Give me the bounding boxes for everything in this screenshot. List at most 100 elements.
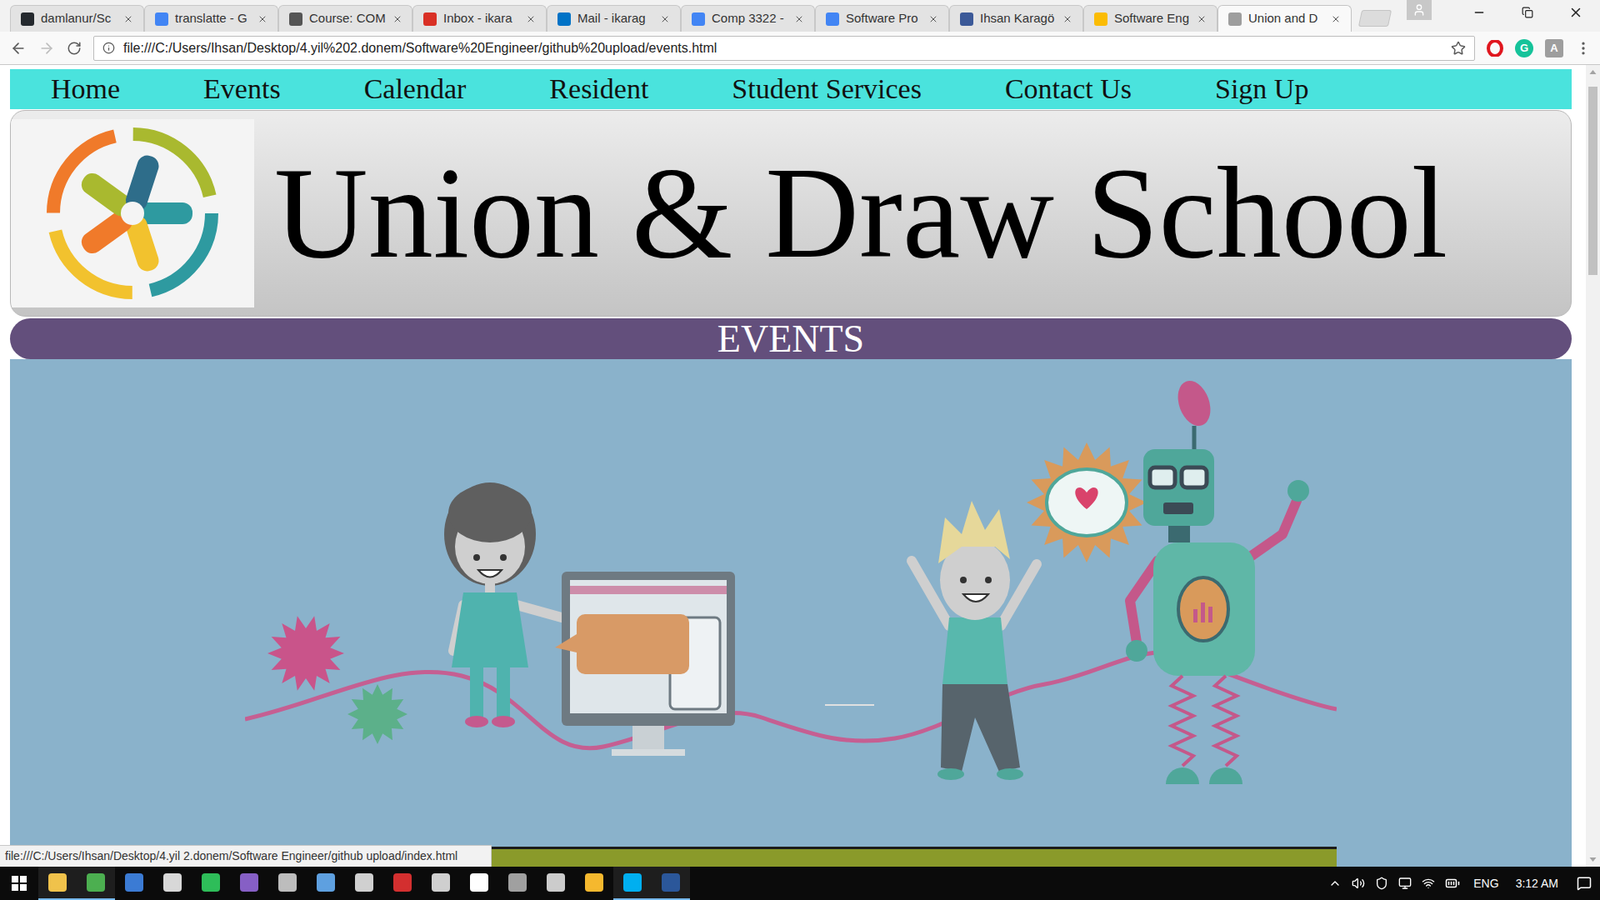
taskbar-app[interactable]: [191, 866, 230, 900]
defender-icon[interactable]: [1375, 876, 1389, 890]
favicon-icon: [1228, 12, 1242, 26]
address-text: file:///C:/Users/Ihsan/Desktop/4.yil%202…: [123, 38, 1443, 59]
taskbar-app[interactable]: [345, 866, 384, 900]
browser-tab[interactable]: Union and D: [1217, 5, 1352, 32]
taskbar-app[interactable]: [38, 866, 77, 900]
address-bar[interactable]: file:///C:/Users/Ihsan/Desktop/4.yil%202…: [93, 35, 1475, 61]
nav-link[interactable]: Resident: [549, 75, 649, 104]
app-icon: [355, 873, 374, 892]
notifications-icon[interactable]: [1576, 875, 1592, 891]
close-tab-icon[interactable]: [794, 14, 805, 25]
menu-icon[interactable]: [1575, 40, 1592, 57]
extension-button[interactable]: G: [1515, 39, 1534, 58]
nav-link[interactable]: Sign Up: [1215, 75, 1309, 104]
favicon-icon: [557, 12, 571, 26]
restore-icon: [1521, 6, 1534, 19]
taskbar-app[interactable]: [460, 866, 499, 900]
app-icon: [201, 873, 220, 892]
close-tab-icon[interactable]: [1330, 14, 1341, 25]
network-icon[interactable]: [1421, 876, 1435, 890]
profile-button[interactable]: [1406, 0, 1432, 20]
taskbar-app[interactable]: [306, 866, 345, 900]
taskbar-app[interactable]: [153, 866, 192, 900]
minimize-button[interactable]: [1455, 0, 1504, 25]
volume-icon[interactable]: [1351, 876, 1365, 890]
browser-toolbar: file:///C:/Users/Ihsan/Desktop/4.yil%202…: [0, 31, 1600, 65]
tab-title: Course: COM: [309, 9, 386, 29]
new-tab-button[interactable]: [1358, 10, 1392, 27]
nav-link[interactable]: Calendar: [364, 75, 467, 104]
taskbar-app[interactable]: [421, 866, 460, 900]
app-icon: [278, 873, 297, 892]
bookmark-star-icon[interactable]: [1450, 40, 1466, 56]
close-tab-icon[interactable]: [1196, 14, 1207, 25]
start-button[interactable]: [0, 866, 39, 900]
scroll-down-icon[interactable]: [1585, 852, 1600, 867]
back-icon[interactable]: [10, 40, 27, 57]
close-icon: [1568, 5, 1584, 20]
nav-link[interactable]: Contact Us: [1005, 75, 1132, 104]
school-logo-icon: [10, 119, 255, 308]
forward-icon[interactable]: [38, 40, 55, 57]
browser-tab[interactable]: Inbox - ikara: [412, 5, 547, 32]
close-window-button[interactable]: [1551, 0, 1600, 25]
nav-link[interactable]: Events: [203, 75, 281, 104]
vertical-scrollbar[interactable]: [1585, 65, 1600, 867]
taskbar-app[interactable]: [613, 866, 652, 900]
app-icon: [125, 873, 144, 892]
browser-tab[interactable]: Ihsan Karagö: [949, 5, 1084, 32]
tray-overflow-icon[interactable]: [1328, 876, 1342, 890]
profile-icon: [1412, 3, 1426, 17]
taskbar-app[interactable]: [230, 866, 269, 900]
taskbar-app[interactable]: [575, 866, 614, 900]
browser-tab[interactable]: Comp 3322 -: [680, 5, 815, 32]
taskbar-app[interactable]: [383, 866, 422, 900]
section-title: EVENTS: [717, 320, 865, 359]
scrollbar-thumb[interactable]: [1588, 86, 1598, 275]
tab-title: Comp 3322 -: [711, 9, 788, 29]
input-language[interactable]: ENG: [1473, 875, 1499, 893]
close-tab-icon[interactable]: [123, 14, 134, 25]
app-icon: [163, 873, 182, 892]
opera-extension-icon[interactable]: [1486, 40, 1504, 57]
clock[interactable]: 3:12 AM: [1515, 875, 1559, 893]
display-icon[interactable]: [1398, 876, 1412, 890]
taskbar-app[interactable]: [651, 866, 690, 900]
battery-icon[interactable]: [1445, 875, 1460, 891]
tab-strip: damlanur/Sc translatte - G Course: COM Inbo…: [0, 0, 1600, 32]
browser-tab[interactable]: Software Pro: [815, 5, 950, 32]
page-info-icon[interactable]: [102, 41, 115, 55]
browser-tab[interactable]: Software Eng: [1083, 5, 1218, 32]
tab-title: translatte - G: [175, 9, 251, 29]
close-tab-icon[interactable]: [660, 14, 670, 25]
status-url: file:///C:/Users/Ihsan/Desktop/4.yil 2.d…: [5, 847, 458, 865]
close-tab-icon[interactable]: [1062, 14, 1073, 25]
taskbar-app[interactable]: [536, 866, 575, 900]
nav-link[interactable]: Home: [50, 75, 120, 104]
taskbar-app[interactable]: [268, 866, 307, 900]
extension-button[interactable]: A: [1545, 39, 1564, 58]
restore-button[interactable]: [1503, 0, 1552, 25]
nav-link[interactable]: Student Services: [731, 75, 922, 104]
app-icon: [431, 873, 450, 892]
close-tab-icon[interactable]: [257, 14, 268, 25]
scroll-up-icon[interactable]: [1585, 65, 1600, 80]
close-tab-icon[interactable]: [525, 14, 536, 25]
browser-tab[interactable]: Mail - ikarag: [546, 5, 681, 32]
taskbar-app[interactable]: [498, 866, 537, 900]
tab-title: Software Pro: [845, 9, 922, 29]
favicon-icon: [825, 12, 840, 26]
favicon-icon: [20, 12, 35, 26]
close-tab-icon[interactable]: [928, 14, 939, 25]
browser-tab[interactable]: Course: COM: [278, 5, 413, 32]
minimize-icon: [1472, 5, 1486, 20]
browser-tab[interactable]: damlanur/Sc: [10, 5, 145, 32]
taskbar-app[interactable]: [76, 866, 115, 900]
browser-tab[interactable]: translatte - G: [144, 5, 279, 32]
top-nav: Home Events Calendar Resident Student Servic…: [10, 69, 1572, 110]
reload-icon[interactable]: [66, 40, 82, 56]
close-tab-icon[interactable]: [392, 14, 403, 25]
app-icon: [316, 873, 335, 892]
taskbar-app[interactable]: [115, 866, 154, 900]
web-page: Home Events Calendar Resident Student Servic…: [0, 65, 1586, 867]
